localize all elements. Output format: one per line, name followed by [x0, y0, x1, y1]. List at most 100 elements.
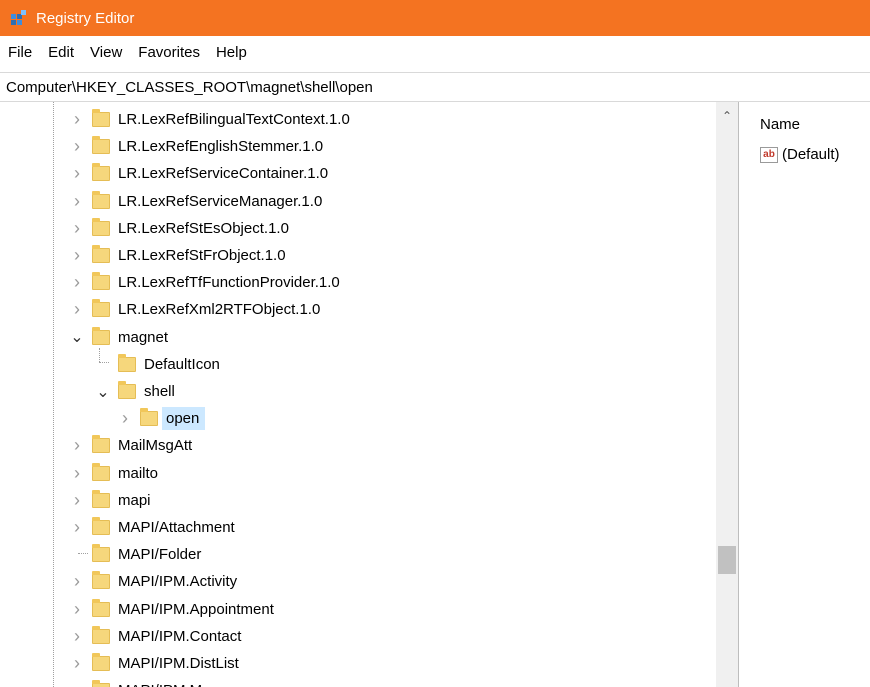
folder-icon	[140, 408, 158, 427]
values-pane[interactable]: Name ab (Default)	[744, 102, 870, 687]
folder-icon	[92, 598, 110, 617]
chevron-right-icon[interactable]: ›	[70, 136, 84, 157]
tree-item[interactable]: › MAPI/IPM.DistList	[70, 650, 243, 677]
tree-item[interactable]: › LR.LexRefStFrObject.1.0	[70, 242, 290, 269]
tree-item[interactable]: › LR.LexRefServiceManager.1.0	[70, 188, 326, 215]
tree-item[interactable]: › MailMsgAtt	[70, 432, 196, 459]
folder-icon	[92, 217, 110, 236]
chevron-right-icon[interactable]: ›	[70, 435, 84, 456]
tree-item-label: MAPI/IPM.DistList	[118, 655, 239, 672]
menu-edit[interactable]: Edit	[40, 44, 82, 61]
menu-bar: File Edit View Favorites Help	[0, 36, 870, 68]
folder-icon	[118, 381, 136, 399]
tree-item[interactable]: › open	[118, 405, 206, 432]
tree-item-label: MAPI/IPM.Contact	[118, 627, 242, 645]
chevron-down-icon[interactable]: ⌄	[70, 327, 84, 347]
tree-item-label: MAPI/Attachment	[118, 519, 235, 536]
folder-icon	[92, 190, 110, 209]
address-path: Computer\HKEY_CLASSES_ROOT\magnet\shell\…	[6, 78, 373, 96]
tree-item[interactable]: › LR.LexRefStEsObject.1.0	[70, 215, 293, 242]
tree-item[interactable]: ⌄ shell	[96, 378, 179, 405]
chevron-right-icon[interactable]: ›	[70, 299, 84, 320]
tree-item[interactable]: › LR.LexRefServiceContainer.1.0	[70, 160, 332, 187]
title-bar: Registry Editor	[0, 0, 870, 36]
tree-item[interactable]: DefaultIcon	[96, 351, 224, 378]
value-row[interactable]: ab (Default)	[760, 146, 840, 163]
chevron-right-icon[interactable]: ›	[70, 191, 84, 212]
tree-item[interactable]: › MAPI/IPM.Activity	[70, 568, 241, 595]
window-title: Registry Editor	[36, 9, 135, 27]
chevron-right-icon[interactable]: ›	[70, 517, 84, 538]
chevron-right-icon[interactable]: ›	[118, 408, 132, 429]
folder-icon	[92, 571, 110, 590]
folder-icon	[92, 272, 110, 291]
folder-icon	[92, 245, 110, 263]
chevron-right-icon[interactable]: ›	[70, 163, 84, 184]
chevron-right-icon[interactable]: ›	[70, 680, 84, 687]
scroll-up-arrow-icon[interactable]: ⌃	[716, 108, 738, 124]
tree-item-label: mailto	[118, 464, 159, 482]
chevron-right-icon[interactable]: ›	[70, 571, 84, 592]
chevron-right-icon[interactable]: ›	[70, 463, 84, 484]
folder-icon	[92, 544, 110, 563]
tree-item[interactable]: › MAPI/IPM.Message	[70, 677, 255, 687]
tree-scrollbar[interactable]: ⌃	[716, 102, 738, 687]
folder-icon	[118, 353, 136, 372]
tree-item-label: LR.LexRefServiceContainer.1.0	[118, 165, 329, 183]
tree-item[interactable]: › MAPI/IPM.Appointment	[70, 596, 278, 623]
tree-item[interactable]: › LR.LexRefXml2RTFObject.1.0	[70, 296, 324, 323]
tree-guide-line	[53, 102, 54, 687]
chevron-right-icon[interactable]: ›	[70, 272, 84, 293]
scrollbar-thumb[interactable]	[718, 546, 736, 574]
folder-icon	[92, 326, 110, 345]
chevron-right-icon[interactable]: ›	[70, 626, 84, 647]
chevron-down-icon[interactable]: ⌄	[96, 382, 110, 402]
tree-item[interactable]: › LR.LexRefTfFunctionProvider.1.0	[70, 269, 344, 296]
tree-item-label: MAPI/IPM.Activity	[118, 573, 238, 591]
folder-icon	[92, 299, 110, 318]
tree-item-label: LR.LexRefBilingualTextContext.1.0	[118, 111, 350, 128]
chevron-right-icon[interactable]: ›	[70, 653, 84, 674]
value-name: (Default)	[782, 146, 840, 163]
tree-item[interactable]: › LR.LexRefEnglishStemmer.1.0	[70, 133, 327, 160]
chevron-right-icon[interactable]: ›	[70, 490, 84, 511]
tree-item-label: MAPI/IPM.Message	[118, 680, 255, 687]
tree-item[interactable]: › MAPI/IPM.Contact	[70, 623, 245, 650]
chevron-right-icon[interactable]: ›	[70, 599, 84, 620]
folder-icon	[92, 517, 110, 535]
menu-favorites[interactable]: Favorites	[130, 44, 208, 61]
menu-help[interactable]: Help	[208, 44, 255, 61]
string-value-icon: ab	[760, 146, 778, 163]
tree-item-label: LR.LexRefServiceManager.1.0	[118, 192, 323, 210]
chevron-right-icon[interactable]: ›	[70, 109, 84, 130]
menu-file[interactable]: File	[0, 44, 40, 61]
chevron-right-icon[interactable]: ›	[70, 218, 84, 239]
folder-icon	[92, 435, 110, 454]
tree-item-label: LR.LexRefStFrObject.1.0	[118, 247, 286, 264]
folder-icon	[92, 680, 110, 687]
tree-item[interactable]: › mailto	[70, 460, 162, 487]
tree-item-label: MailMsgAtt	[118, 437, 193, 455]
tree-item-label: DefaultIcon	[144, 355, 220, 373]
tree-item-label: LR.LexRefStEsObject.1.0	[118, 219, 289, 237]
folder-icon	[92, 489, 110, 508]
registry-editor-icon	[10, 9, 28, 27]
tree-item[interactable]: › mapi	[70, 487, 155, 514]
tree-item[interactable]: › MAPI/Attachment	[70, 514, 239, 541]
folder-icon	[92, 109, 110, 127]
tree-item[interactable]: MAPI/Folder	[70, 541, 205, 568]
tree-item-label: mapi	[118, 491, 151, 509]
column-header-name[interactable]: Name	[760, 116, 800, 133]
chevron-right-icon[interactable]: ›	[70, 245, 84, 266]
tree-item-label: shell	[144, 383, 175, 400]
tree-item-label: MAPI/IPM.Appointment	[118, 600, 274, 618]
folder-icon	[92, 163, 110, 182]
address-bar[interactable]: Computer\HKEY_CLASSES_ROOT\magnet\shell\…	[0, 72, 870, 102]
tree-item-label: LR.LexRefXml2RTFObject.1.0	[118, 301, 321, 319]
tree-item[interactable]: ⌄ magnet	[70, 324, 172, 351]
key-tree[interactable]: › LR.LexRefBilingualTextContext.1.0 › LR.Le…	[0, 102, 716, 687]
folder-icon	[92, 136, 110, 155]
tree-item-label: LR.LexRefTfFunctionProvider.1.0	[118, 274, 340, 292]
tree-item[interactable]: › LR.LexRefBilingualTextContext.1.0	[70, 106, 354, 133]
menu-view[interactable]: View	[82, 44, 130, 61]
